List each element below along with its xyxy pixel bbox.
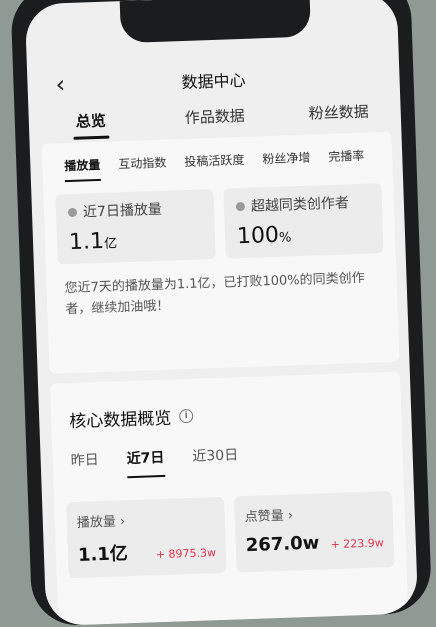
metric-label: 播放量 › bbox=[76, 514, 126, 531]
stat-value: 1.1 bbox=[68, 228, 105, 256]
dot-icon bbox=[235, 201, 246, 211]
page-title: 数据中心 bbox=[181, 70, 246, 93]
stat-label-row: 超越同类创作者 bbox=[235, 192, 371, 217]
app-screen: ‹ 数据中心 总览 作品数据 粉丝数据 播放量 互动指数 投稿活跃度 粉丝净增 … bbox=[24, 0, 419, 627]
metric-row: 1.1亿 + 8975.3w bbox=[77, 536, 217, 567]
metric-plays[interactable]: 播放量 › 1.1亿 + 8975.3w bbox=[66, 496, 227, 579]
stat-value: 100 bbox=[236, 222, 280, 250]
dot-icon bbox=[67, 207, 78, 217]
subtab-plays[interactable]: 播放量 bbox=[64, 156, 101, 174]
metric-change: + 223.9w bbox=[330, 536, 384, 552]
core-data-card: 核心数据概览 i 昨日 近7日 近30日 播放量 › 1.1亿 + 8975.3… bbox=[49, 371, 409, 627]
metric-row: 267.0w + 223.9w bbox=[245, 530, 384, 557]
metric-change: + 8975.3w bbox=[155, 546, 217, 562]
subtab-fans-net[interactable]: 粉丝净增 bbox=[262, 149, 311, 168]
metric-label: 点赞量 › bbox=[244, 508, 294, 526]
tab-overview[interactable]: 总览 bbox=[29, 108, 154, 141]
stat-label-row: 近7日播放量 bbox=[67, 197, 203, 222]
info-icon[interactable]: i bbox=[178, 408, 194, 423]
stat-value-row: 100% bbox=[236, 220, 372, 250]
overview-card: 播放量 互动指数 投稿活跃度 粉丝净增 完播率 近7日播放量 1.1亿 超越同类… bbox=[41, 131, 400, 374]
section-title: 核心数据概览 bbox=[68, 408, 172, 433]
stat-label: 近7日播放量 bbox=[82, 201, 163, 221]
notch bbox=[119, 0, 312, 44]
period-yesterday[interactable]: 昨日 bbox=[70, 449, 99, 470]
metric-likes[interactable]: 点赞量 › 267.0w + 223.9w bbox=[234, 490, 395, 573]
stat-value-row: 1.1亿 bbox=[69, 225, 204, 255]
metric-cards: 播放量 › 1.1亿 + 8975.3w 点赞量 › 267.0w + 223.… bbox=[53, 459, 407, 579]
subtab-activity[interactable]: 投稿活跃度 bbox=[184, 151, 245, 170]
stat-row: 近7日播放量 1.1亿 超越同类创作者 100% bbox=[43, 163, 396, 265]
subtab-interaction[interactable]: 互动指数 bbox=[118, 154, 167, 173]
phone-frame: ‹ 数据中心 总览 作品数据 粉丝数据 播放量 互动指数 投稿活跃度 粉丝净增 … bbox=[10, 0, 433, 627]
tab-fans-data[interactable]: 粉丝数据 bbox=[276, 99, 401, 132]
tab-works-data[interactable]: 作品数据 bbox=[152, 104, 277, 137]
stat-unit: 亿 bbox=[103, 236, 118, 252]
stat-surpass-creators: 超越同类创作者 100% bbox=[223, 183, 384, 259]
period-30days[interactable]: 近30日 bbox=[192, 444, 238, 466]
subtab-completion[interactable]: 完播率 bbox=[328, 147, 365, 165]
stat-unit: % bbox=[278, 230, 292, 246]
stat-label: 超越同类创作者 bbox=[250, 195, 350, 215]
metric-value: 267.0w bbox=[245, 532, 320, 557]
metric-value: 1.1亿 bbox=[77, 543, 129, 566]
period-7days[interactable]: 近7日 bbox=[126, 447, 164, 468]
stat-weekly-plays: 近7日播放量 1.1亿 bbox=[55, 189, 216, 265]
